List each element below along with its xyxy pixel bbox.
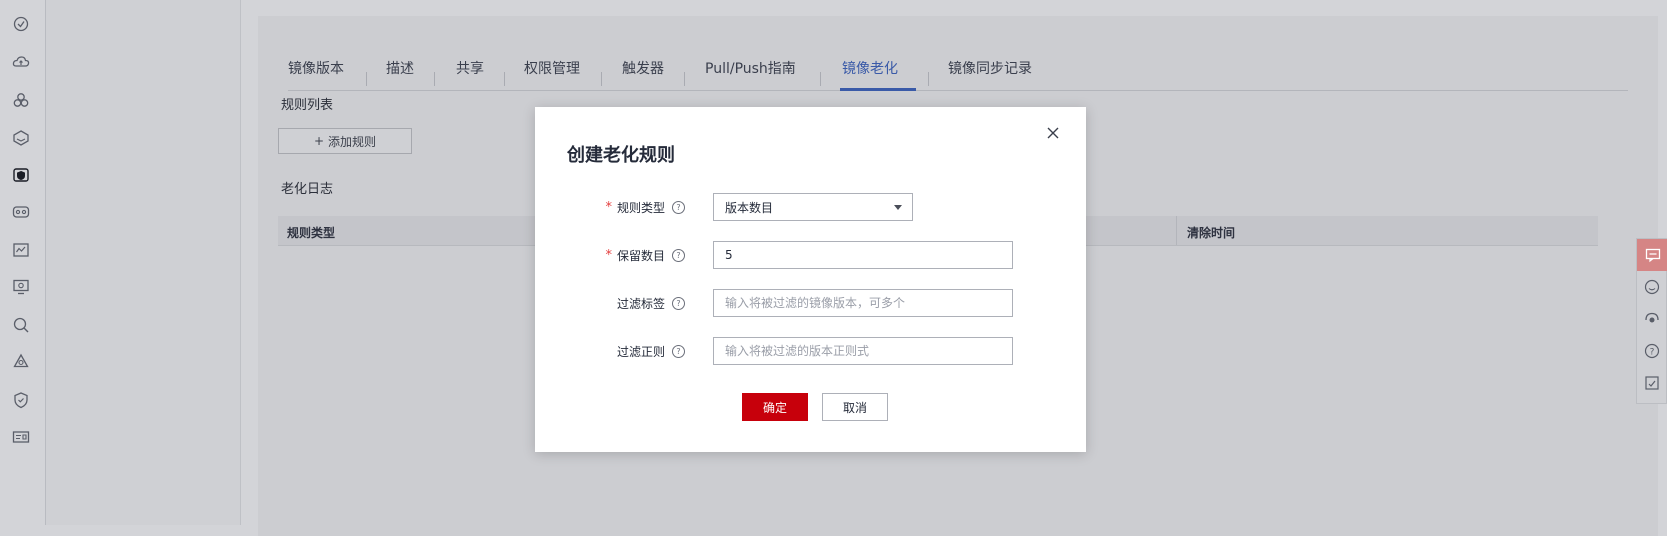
tab-divider [366, 72, 367, 86]
tab-bar: 镜像版本 描述 共享 权限管理 触发器 Pull/Push指南 镜像老化 镜像同… [288, 38, 1628, 91]
help-icon[interactable]: ? [672, 345, 685, 358]
keep-count-input[interactable] [713, 241, 1013, 269]
required-marker: * [605, 248, 612, 263]
network-nodes-icon[interactable] [11, 352, 31, 372]
add-rule-label: 添加规则 [328, 134, 377, 149]
active-tab-indicator [840, 88, 916, 91]
tab-permissions[interactable]: 权限管理 [524, 58, 580, 78]
cancel-button[interactable]: 取消 [822, 393, 888, 421]
filter-regex-label: 过滤正则 ? [535, 343, 685, 360]
rule-type-label-text: 规则类型 [616, 201, 665, 215]
cloud-upload-icon[interactable] [11, 52, 31, 72]
keep-count-label: * 保留数目 ? [535, 247, 685, 264]
tab-divider [434, 72, 435, 86]
chart-card-icon[interactable] [11, 240, 31, 260]
help-icon[interactable]: ? [672, 201, 685, 214]
help-icon[interactable]: ? [1644, 343, 1660, 359]
tab-divider [928, 72, 929, 86]
filter-tag-label: 过滤标签 ? [535, 295, 685, 312]
svg-text:?: ? [1650, 348, 1655, 358]
dialog-title: 创建老化规则 [567, 145, 675, 166]
gear-badge-icon[interactable] [11, 14, 31, 34]
tab-description[interactable]: 描述 [386, 58, 414, 78]
column-header: 规则类型 [287, 226, 336, 240]
headset-icon[interactable] [1644, 311, 1660, 327]
column-divider [1176, 216, 1177, 245]
feedback-button[interactable] [1637, 239, 1667, 271]
plus-icon: + [313, 134, 325, 148]
monitor-refresh-icon[interactable] [11, 277, 31, 297]
floating-toolbar: ? [1636, 238, 1667, 404]
filter-regex-input[interactable] [713, 337, 1013, 365]
vr-headset-icon[interactable] [11, 202, 31, 222]
tab-divider [684, 72, 685, 86]
chat-icon [1645, 248, 1660, 263]
search-icon[interactable] [11, 315, 31, 335]
tab-divider [504, 72, 505, 86]
help-icon[interactable]: ? [672, 249, 685, 262]
confirm-button[interactable]: 确定 [742, 393, 808, 421]
shield-box-icon[interactable] [11, 165, 31, 185]
filter-tag-label-text: 过滤标签 [616, 297, 665, 311]
column-header: 清除时间 [1187, 226, 1236, 240]
edit-note-icon[interactable] [1644, 375, 1660, 391]
aging-log-title: 老化日志 [281, 182, 334, 197]
filter-tag-input[interactable] [713, 289, 1013, 317]
secondary-nav [46, 0, 241, 525]
icon-rail [0, 0, 46, 525]
tab-divider [820, 72, 821, 86]
tab-triggers[interactable]: 触发器 [622, 58, 664, 78]
tab-sharing[interactable]: 共享 [456, 58, 484, 78]
rules-list-title: 规则列表 [281, 98, 334, 113]
shield-check-icon[interactable] [11, 390, 31, 410]
rule-type-label: * 规则类型 ? [535, 199, 685, 216]
caret-down-icon [894, 205, 902, 210]
add-rule-button[interactable]: + 添加规则 [278, 128, 412, 154]
stack-icon[interactable] [11, 128, 31, 148]
smile-icon[interactable] [1644, 279, 1660, 295]
cluster-icon[interactable] [11, 90, 31, 110]
tab-image-aging[interactable]: 镜像老化 [842, 58, 898, 78]
rule-type-select[interactable]: 版本数目 [713, 193, 913, 221]
id-card-icon[interactable] [11, 427, 31, 447]
filter-regex-label-text: 过滤正则 [616, 345, 665, 359]
tab-pull-push-guide[interactable]: Pull/Push指南 [705, 58, 796, 78]
tab-image-sync-records[interactable]: 镜像同步记录 [948, 58, 1032, 78]
help-icon[interactable]: ? [672, 297, 685, 310]
tab-image-versions[interactable]: 镜像版本 [288, 58, 344, 78]
rule-type-selected: 版本数目 [725, 200, 774, 215]
keep-count-label-text: 保留数目 [616, 249, 665, 263]
tab-divider [601, 72, 602, 86]
close-icon[interactable] [1045, 125, 1061, 141]
required-marker: * [605, 200, 612, 215]
create-aging-rule-dialog: 创建老化规则 * 规则类型 ? 版本数目 * 保留数目 ? 过滤标签 ? 过滤正… [535, 107, 1086, 452]
